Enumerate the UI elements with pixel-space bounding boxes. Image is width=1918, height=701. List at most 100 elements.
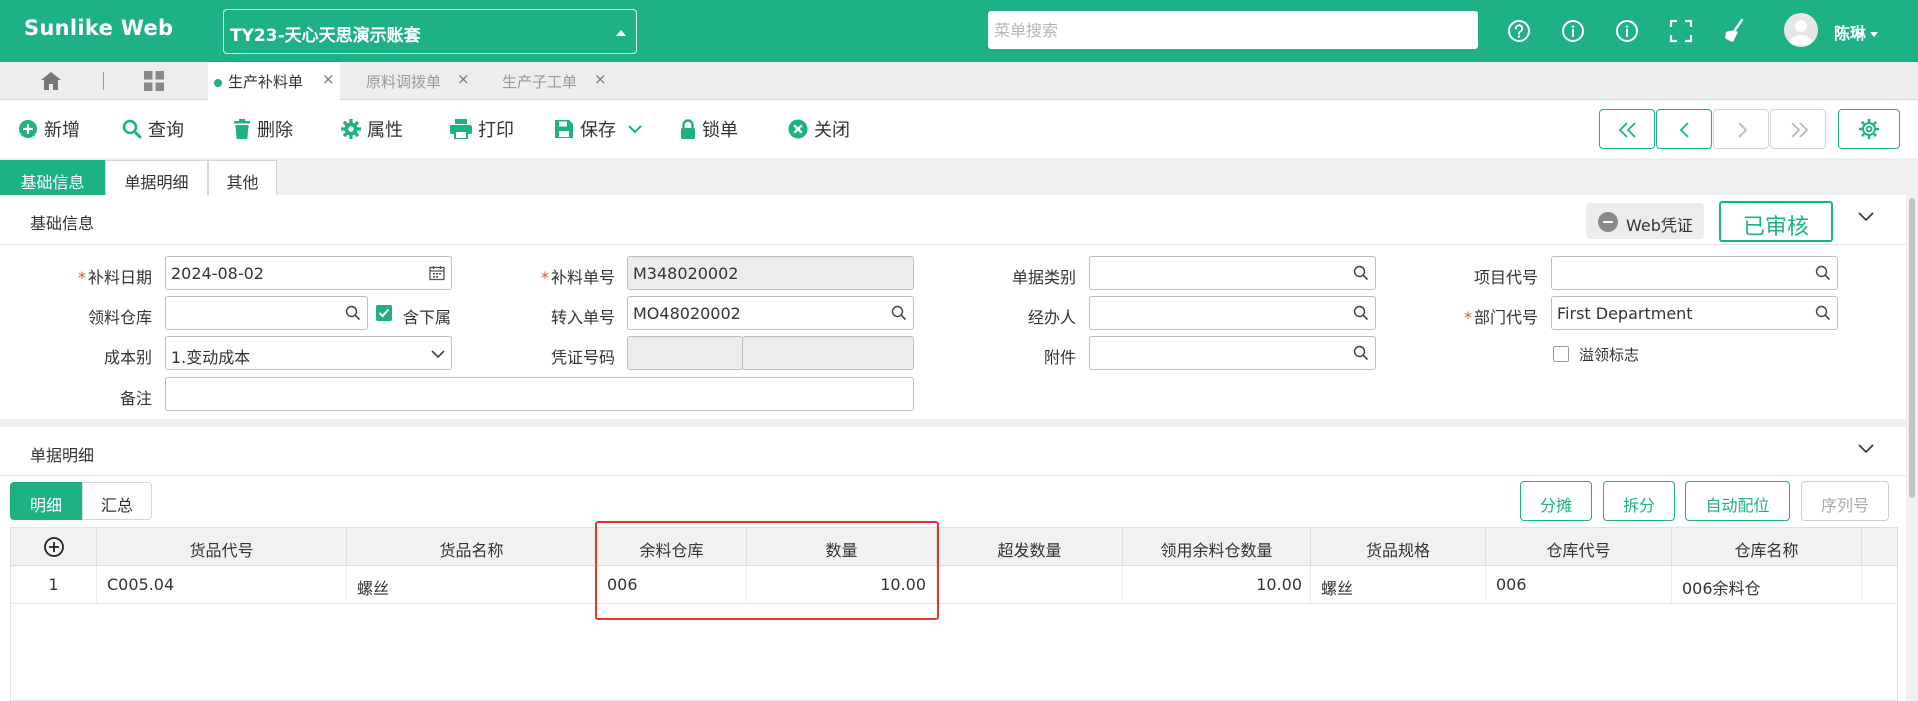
scrollbar-thumb[interactable] — [1909, 198, 1915, 498]
doc-type-field[interactable] — [1089, 256, 1376, 290]
double-chevron-right-icon — [1791, 122, 1809, 138]
tab-other[interactable]: 其他 — [208, 160, 277, 195]
search-icon — [891, 305, 907, 321]
chevron-down-icon — [1858, 212, 1874, 222]
detail-grid: 货品代号 货品名称 余料仓库 数量 超发数量 领用余料仓数量 货品规格 仓库代号… — [10, 527, 1898, 701]
delete-button[interactable]: 删除 — [233, 117, 293, 141]
tab-detail[interactable]: 明细 — [10, 482, 82, 520]
search-icon — [1815, 265, 1831, 281]
tab-material-transfer[interactable]: 原料调拨单 × — [352, 62, 470, 100]
home-icon[interactable] — [40, 71, 62, 91]
dept-field[interactable]: First Department — [1551, 296, 1838, 330]
include-sub-checkbox[interactable] — [376, 305, 392, 321]
broom-clear-icon[interactable] — [1722, 18, 1748, 44]
tab-production-sub-order[interactable]: 生产子工单 × — [488, 62, 614, 100]
cell-warehouse-name[interactable]: 006余料仓 — [1672, 566, 1862, 604]
save-button[interactable]: 保存 — [554, 117, 642, 141]
detail-header[interactable]: 单据明细 — [0, 427, 1906, 476]
close-button[interactable]: 关闭 — [788, 117, 850, 141]
col-item-name[interactable]: 货品名称 — [347, 528, 597, 566]
avatar[interactable] — [1784, 13, 1818, 47]
cell-item-name[interactable]: 螺丝 — [347, 566, 597, 604]
menu-search-input[interactable] — [988, 11, 1478, 49]
tab-basic-info[interactable]: 基础信息 — [0, 160, 105, 195]
handler-label: 经办人 — [1027, 308, 1076, 327]
doc-type-label: 单据类别 — [1011, 268, 1076, 287]
close-tab-icon[interactable]: × — [594, 70, 607, 88]
close-tab-icon[interactable]: × — [322, 70, 335, 88]
col-surplus-quantity[interactable]: 领用余料仓数量 — [1123, 528, 1311, 566]
col-warehouse-code[interactable]: 仓库代号 — [1486, 528, 1672, 566]
plus-circle-icon — [19, 120, 37, 138]
fullscreen-icon[interactable] — [1668, 18, 1694, 44]
calendar-icon — [429, 266, 445, 281]
page-scrollbar[interactable] — [1906, 195, 1918, 701]
cell-over-quantity[interactable] — [937, 566, 1123, 604]
supp-no-field: M348020002 — [627, 256, 914, 290]
handler-field[interactable] — [1089, 296, 1376, 330]
lock-button[interactable]: 锁单 — [680, 117, 738, 141]
print-button[interactable]: 打印 — [450, 117, 514, 141]
voucher-field-1 — [627, 336, 743, 370]
table-row[interactable]: 1 C005.04 螺丝 006 10.00 10.00 螺丝 006 006余… — [11, 566, 1897, 604]
overflow-label: 溢领标志 — [1579, 346, 1640, 364]
tab-summary[interactable]: 汇总 — [82, 482, 152, 520]
web-voucher-button[interactable]: Web凭证 — [1586, 203, 1704, 239]
first-record-button[interactable] — [1599, 109, 1655, 149]
col-warehouse-name[interactable]: 仓库名称 — [1672, 528, 1862, 566]
delete-label: 删除 — [257, 120, 293, 141]
printer-icon — [450, 119, 472, 139]
prev-record-button[interactable] — [1656, 109, 1712, 149]
query-button[interactable]: 查询 — [122, 117, 184, 141]
project-label: 项目代号 — [1473, 268, 1538, 287]
split-button[interactable]: 拆分 — [1603, 481, 1675, 521]
close-tab-icon[interactable]: × — [457, 70, 470, 88]
cell-item-code[interactable]: C005.04 — [97, 566, 347, 604]
project-field[interactable] — [1551, 256, 1838, 290]
overflow-checkbox[interactable] — [1553, 346, 1569, 362]
help-icon[interactable] — [1506, 18, 1532, 44]
warehouse-field[interactable] — [165, 296, 368, 330]
transfer-no-field[interactable]: MO48020002 — [627, 296, 914, 330]
supp-no-label: * 补料单号 — [540, 268, 615, 287]
user-menu[interactable]: 陈琳 — [1834, 20, 1879, 44]
tab-production-supplement[interactable]: 生产补料单 × — [208, 62, 340, 100]
minus-circle-icon — [1598, 212, 1618, 232]
settings-button[interactable] — [1838, 109, 1900, 149]
split-share-button[interactable]: 分摊 — [1520, 481, 1592, 521]
attachment-label: 附件 — [1043, 348, 1076, 367]
next-record-button[interactable] — [1713, 109, 1769, 149]
serial-number-button[interactable]: 序列号 — [1801, 481, 1889, 521]
apps-grid-icon[interactable] — [143, 70, 165, 92]
cost-select[interactable]: 1.变动成本 — [165, 336, 452, 370]
remark-field[interactable] — [165, 377, 914, 411]
floppy-icon — [555, 120, 573, 138]
auto-allocate-button[interactable]: 自动配位 — [1685, 481, 1790, 521]
account-selector[interactable]: TY23-天心天思演示账套 — [223, 9, 637, 54]
transfer-no-label: 转入单号 — [550, 308, 615, 327]
cell-surplus-quantity[interactable]: 10.00 — [1123, 566, 1311, 604]
attachment-field[interactable] — [1089, 336, 1376, 370]
col-spec[interactable]: 货品规格 — [1311, 528, 1486, 566]
web-voucher-label: Web凭证 — [1626, 216, 1693, 235]
cell-spec[interactable]: 螺丝 — [1311, 566, 1486, 604]
tab-document-detail[interactable]: 单据明细 — [105, 160, 208, 195]
cell-warehouse-code[interactable]: 006 — [1486, 566, 1672, 604]
add-row-button[interactable] — [11, 528, 97, 566]
last-record-button[interactable] — [1770, 109, 1826, 149]
search-icon — [1353, 305, 1369, 321]
about-icon[interactable] — [1614, 18, 1640, 44]
new-label: 新增 — [44, 120, 80, 141]
properties-button[interactable]: 属性 — [341, 117, 403, 141]
active-dot — [214, 78, 222, 87]
col-item-code[interactable]: 货品代号 — [97, 528, 347, 566]
new-button[interactable]: 新增 — [18, 117, 80, 141]
trash-icon — [234, 119, 250, 139]
chevron-down-icon — [1870, 32, 1879, 37]
info-icon[interactable] — [1560, 18, 1586, 44]
col-over-quantity[interactable]: 超发数量 — [937, 528, 1123, 566]
supp-date-field[interactable]: 2024-08-02 — [165, 256, 452, 290]
chevron-right-icon — [1738, 122, 1748, 138]
tab-label: 生产补料单 — [228, 73, 304, 91]
chevron-down-icon — [628, 125, 642, 134]
